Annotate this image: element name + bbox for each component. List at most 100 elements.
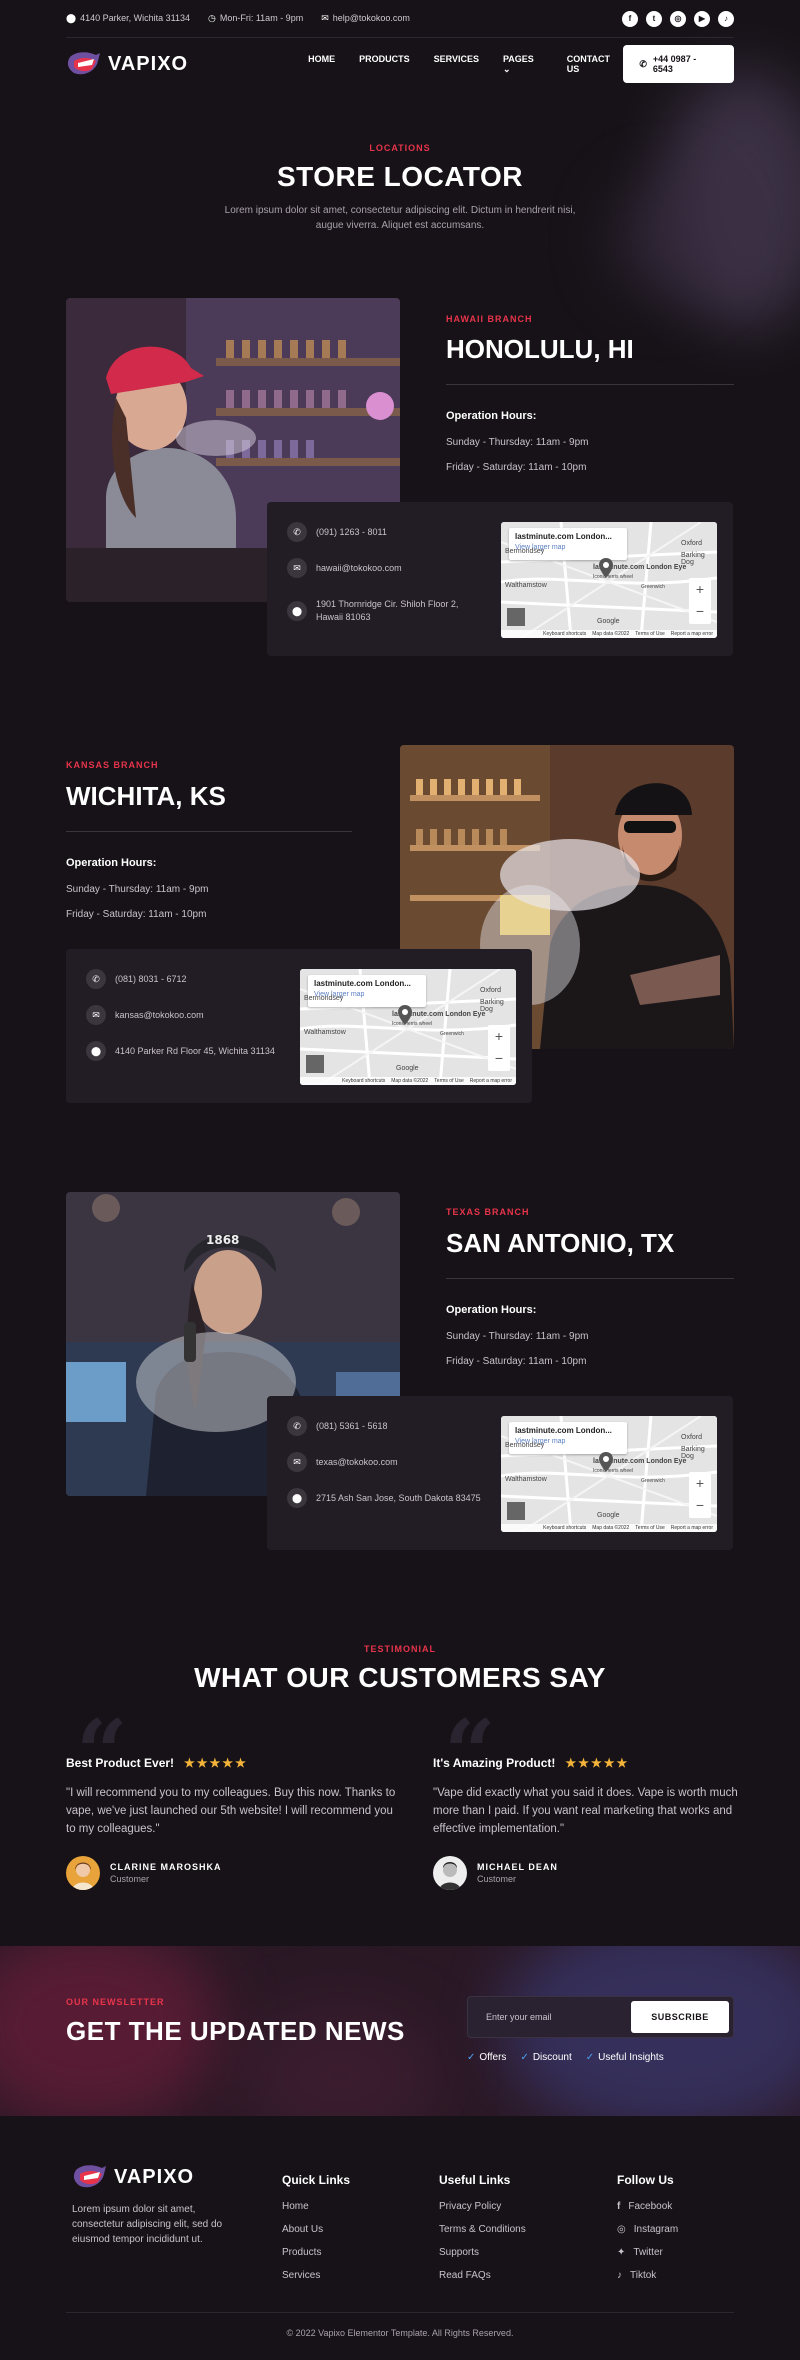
branch-phone[interactable]: ✆ (081) 8031 - 6712	[86, 969, 187, 989]
zoom-in-button[interactable]: +	[488, 1025, 510, 1047]
twitter-icon[interactable]: t	[646, 10, 662, 27]
hours-weekday: Sunday - Thursday: 11am - 9pm	[66, 884, 209, 895]
avatar	[433, 1856, 467, 1890]
map-report-link[interactable]: Report a map error	[671, 631, 713, 637]
hours-weekend: Friday - Saturday: 11am - 10pm	[446, 1356, 587, 1367]
map-label: Bermondsey	[505, 1442, 545, 1449]
branch-email[interactable]: ✉ texas@tokokoo.com	[287, 1452, 398, 1472]
zoom-out-button[interactable]: −	[689, 600, 711, 622]
footer-instagram-link[interactable]: ◎ Instagram	[617, 2224, 678, 2235]
footer-link-faqs[interactable]: Read FAQs	[439, 2270, 526, 2281]
map-zoom-control[interactable]: + −	[488, 1025, 510, 1071]
branch-address: ⬤ 1901 Thornridge Cir. Shiloh Floor 2, Ha…	[287, 598, 459, 624]
footer-heading: Follow Us	[617, 2173, 674, 2187]
nav-services[interactable]: SERVICES	[434, 54, 479, 75]
map-zoom-control[interactable]: + −	[689, 1472, 711, 1518]
testimonial-title: It's Amazing Product!	[433, 1756, 556, 1770]
call-button[interactable]: ✆ +44 0987 - 6543	[623, 45, 734, 83]
zoom-out-button[interactable]: −	[689, 1494, 711, 1516]
mail-icon: ✉	[86, 1005, 106, 1025]
phone-icon: ✆	[639, 58, 647, 69]
footer-logo[interactable]: VAPIXO	[72, 2162, 242, 2192]
map-label: Greenwich	[440, 1031, 464, 1037]
nav-home[interactable]: HOME	[308, 54, 335, 75]
footer-link-products[interactable]: Products	[282, 2247, 350, 2258]
email-input[interactable]: Enter your email	[486, 2012, 552, 2022]
intro-eyebrow: LOCATIONS	[369, 143, 431, 153]
map-data-label: Map data ©2022	[592, 1525, 630, 1531]
branch-email[interactable]: ✉ kansas@tokokoo.com	[86, 1005, 204, 1025]
footer-link-privacy[interactable]: Privacy Policy	[439, 2201, 526, 2212]
map-info-box: lastminute.com London... View larger map	[308, 975, 426, 1007]
youtube-icon[interactable]: ▶	[694, 10, 710, 27]
mail-icon: ✉	[287, 1452, 307, 1472]
subscribe-button[interactable]: SUBSCRIBE	[631, 2001, 729, 2033]
zoom-in-button[interactable]: +	[689, 578, 711, 600]
avatar	[66, 1856, 100, 1890]
branch-contact-card: ✆ (081) 5361 - 5618 ✉ texas@tokokoo.com ⬤ 2…	[267, 1396, 733, 1550]
facebook-icon[interactable]: f	[622, 10, 638, 27]
operation-hours-title: Operation Hours:	[446, 410, 537, 422]
testimonial-card: It's Amazing Product! ★★★★★ "Vape did exa…	[433, 1756, 763, 1890]
map-embed[interactable]: lastminute.com London... View larger map …	[501, 1416, 717, 1532]
map-info-box: lastminute.com London... View larger map	[509, 1422, 627, 1454]
map-terms-link[interactable]: Terms of Use	[635, 1525, 664, 1531]
check-icon: ✓	[467, 2052, 476, 2063]
footer-link-terms[interactable]: Terms & Conditions	[439, 2224, 526, 2235]
divider	[66, 831, 352, 832]
logo-icon	[67, 52, 100, 75]
map-label: Walthamstow	[505, 1476, 547, 1483]
footer-link-home[interactable]: Home	[282, 2201, 350, 2212]
map-embed[interactable]: lastminute.com London... View larger map …	[300, 969, 516, 1085]
customer-name: CLARINE MAROSHKA	[110, 1862, 222, 1872]
footer-twitter-link[interactable]: ✦ Twitter	[617, 2247, 678, 2258]
branch-phone[interactable]: ✆ (081) 5361 - 5618	[287, 1416, 388, 1436]
map-keyboard-link[interactable]: Keyboard shortcuts	[543, 631, 586, 637]
tiktok-icon: ♪	[617, 2270, 622, 2281]
benefit-item: ✓ Discount	[520, 2052, 572, 2063]
branch-phone[interactable]: ✆ (091) 1263 - 8011	[287, 522, 387, 542]
branch-address: ⬤ 2715 Ash San Jose, South Dakota 83475	[287, 1488, 497, 1508]
footer-facebook-link[interactable]: f Facebook	[617, 2201, 678, 2212]
nav-contact[interactable]: CONTACT US	[567, 54, 624, 75]
map-keyboard-link[interactable]: Keyboard shortcuts	[543, 1525, 586, 1531]
map-zoom-control[interactable]: + −	[689, 578, 711, 624]
customer-name: MICHAEL DEAN	[477, 1862, 558, 1872]
nav-products[interactable]: PRODUCTS	[359, 54, 410, 75]
map-report-link[interactable]: Report a map error	[470, 1078, 512, 1084]
map-keyboard-link[interactable]: Keyboard shortcuts	[342, 1078, 385, 1084]
logo-icon	[73, 2165, 106, 2188]
map-terms-link[interactable]: Terms of Use	[434, 1078, 463, 1084]
footer-link-supports[interactable]: Supports	[439, 2247, 526, 2258]
star-rating: ★★★★★	[184, 1756, 248, 1770]
tiktok-icon[interactable]: ♪	[718, 10, 734, 27]
footer-link-services[interactable]: Services	[282, 2270, 350, 2281]
testimonial-title: Best Product Ever!	[66, 1756, 175, 1770]
zoom-in-button[interactable]: +	[689, 1472, 711, 1494]
branch-name: SAN ANTONIO, TX	[446, 1228, 675, 1258]
map-terms-link[interactable]: Terms of Use	[635, 631, 664, 637]
logo[interactable]: VAPIXO	[66, 49, 188, 79]
google-logo: Google	[396, 1065, 419, 1072]
footer-link-about[interactable]: About Us	[282, 2224, 350, 2235]
topbar-email[interactable]: ✉ help@tokokoo.com	[321, 13, 410, 24]
nav-pages[interactable]: PAGES ⌄	[503, 54, 543, 75]
instagram-icon[interactable]: ◎	[670, 10, 686, 27]
map-label: Oxford	[681, 540, 703, 547]
divider	[446, 384, 734, 385]
newsletter-form: Enter your email SUBSCRIBE	[467, 1996, 734, 2038]
footer-tiktok-link[interactable]: ♪ Tiktok	[617, 2270, 678, 2281]
zoom-out-button[interactable]: −	[488, 1047, 510, 1069]
testimonial-card: Best Product Ever! ★★★★★ "I will recommen…	[66, 1756, 396, 1890]
map-embed[interactable]: lastminute.com London... View larger map …	[501, 522, 717, 638]
hours-weekend: Friday - Saturday: 11am - 10pm	[446, 462, 587, 473]
topbar-hours: ◷ Mon-Fri: 11am - 9pm	[207, 13, 304, 23]
branch-email[interactable]: ✉ hawaii@tokokoo.com	[287, 558, 402, 578]
intro-section: LOCATIONS STORE LOCATOR Lorem ipsum dolo…	[0, 143, 800, 233]
map-label: Greenwich	[641, 584, 665, 590]
map-report-link[interactable]: Report a map error	[671, 1525, 713, 1531]
top-bar: ⬤ 4140 Parker, Wichita 31134 ◷ Mon-Fri: 11…	[66, 0, 734, 38]
map-label: Bermondsey	[304, 995, 344, 1002]
logo-text: VAPIXO	[108, 52, 189, 75]
map-data-label: Map data ©2022	[592, 631, 630, 637]
